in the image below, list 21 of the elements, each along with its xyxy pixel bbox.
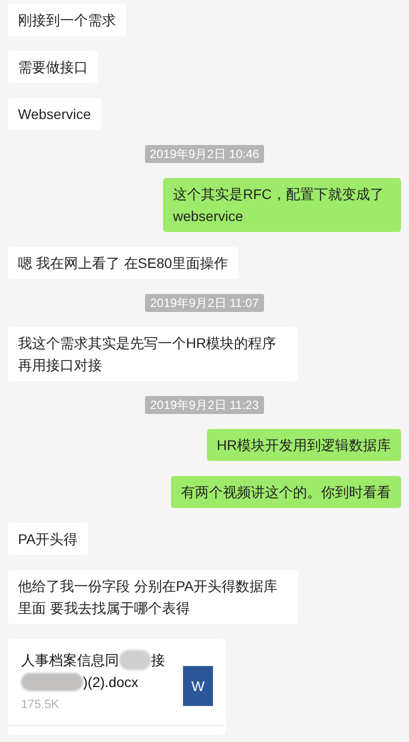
timestamp: 2019年9月2日 10:46 xyxy=(144,145,264,163)
timestamp: 2019年9月2日 11:23 xyxy=(145,396,264,414)
blur-patch xyxy=(119,650,151,670)
timestamp: 2019年9月2日 11:07 xyxy=(145,294,264,312)
message-bubble: 这个其实是RFC，配置下就变成了webservice xyxy=(163,178,401,232)
message-bubble: 刚接到一个需求 xyxy=(8,4,126,36)
file-name: )(2).docx xyxy=(83,673,138,692)
message-bubble: 需要做接口 xyxy=(8,51,98,83)
message-bubble: Webservice xyxy=(8,98,101,130)
file-name: 人事档案信息同 xyxy=(21,651,119,670)
message-bubble: 嗯 我在网上看了 在SE80里面操作 xyxy=(8,247,238,279)
message-bubble: 我这个需求其实是先写一个HR模块的程序再用接口对接 xyxy=(8,327,298,381)
message-bubble: PA开头得 xyxy=(8,523,88,555)
message-bubble: 有两个视频讲这个的。你到时看看 xyxy=(171,476,401,508)
message-bubble: 他给了我一份字段 分别在PA开头得数据库里面 要我去找属于哪个表得 xyxy=(8,570,298,624)
file-card[interactable]: 人事档案信息同 接 )(2).docx 175.5K W xyxy=(8,639,226,735)
blur-patch xyxy=(21,673,83,691)
file-name: 接 xyxy=(151,651,165,670)
document-icon: W xyxy=(183,666,213,706)
message-bubble: HR模块开发用到逻辑数据库 xyxy=(206,429,401,461)
file-size: 175.5K xyxy=(21,696,60,713)
